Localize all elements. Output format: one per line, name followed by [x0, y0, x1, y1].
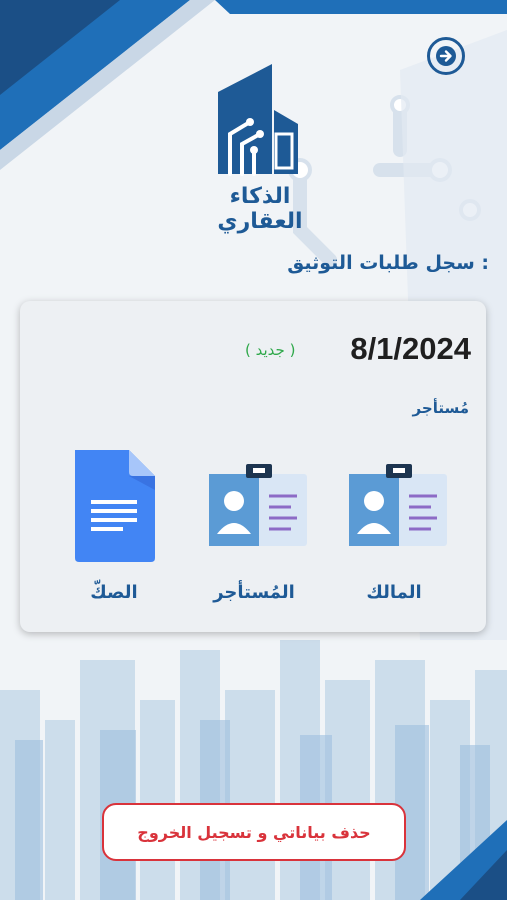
- doc-label-deed: الصكّ: [90, 582, 138, 603]
- app-name: الذكاء العقاري: [217, 184, 303, 234]
- request-role: مُستأجر: [412, 399, 469, 417]
- section-title: : سجل طلبات التوثيق: [287, 252, 489, 274]
- building-logo-icon: [218, 64, 298, 176]
- delete-data-logout-button[interactable]: حذف بياناتي و تسجيل الخروج: [102, 803, 406, 861]
- app-logo: الذكاء العقاري: [190, 62, 330, 234]
- id-card-icon: [349, 464, 447, 546]
- arrow-right-icon: [436, 46, 456, 66]
- owner-document-item[interactable]: المالك: [334, 446, 454, 616]
- status-badge: ( جديد ): [245, 341, 296, 359]
- deed-document-item[interactable]: الصكّ: [54, 446, 174, 616]
- tenant-document-item[interactable]: المُستأجر: [194, 446, 314, 616]
- doc-label-owner: المالك: [366, 582, 422, 603]
- doc-label-tenant: المُستأجر: [213, 582, 295, 603]
- forward-arrow-button[interactable]: [427, 37, 465, 75]
- request-date: 8/1/2024: [350, 331, 471, 366]
- document-icon: [75, 450, 155, 562]
- id-card-icon: [209, 464, 307, 546]
- request-card[interactable]: 8/1/2024 ( جديد ) مُستأجر المالك المُستأ…: [20, 301, 486, 632]
